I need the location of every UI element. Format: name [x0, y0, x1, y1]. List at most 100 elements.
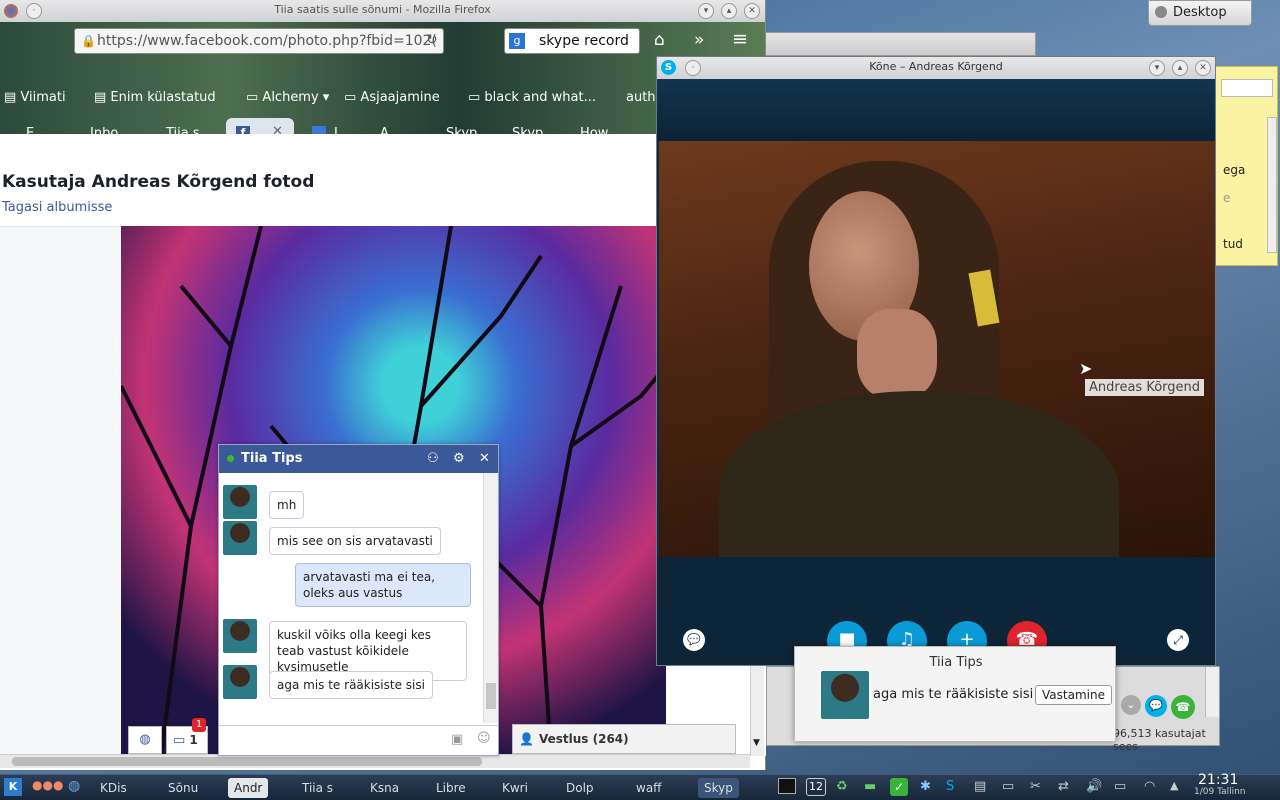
vestlus-button[interactable]: 👤 Vestlus (264) — [512, 724, 736, 754]
globe-icon[interactable]: ◍ — [68, 778, 80, 794]
task-item[interactable]: Tiia s — [302, 778, 333, 798]
close-button[interactable]: ✕ — [1195, 60, 1211, 76]
bluetooth-icon[interactable]: ✱ — [920, 779, 931, 794]
dropdown-icon[interactable]: ⌄ — [1121, 695, 1141, 715]
task-item[interactable]: Kwri — [502, 778, 528, 798]
close-button[interactable]: ✕ — [744, 3, 760, 19]
terminal-icon[interactable] — [778, 778, 796, 794]
minimize-button[interactable]: ▾ — [1149, 60, 1165, 76]
desktop-icon — [1155, 6, 1167, 18]
task-item[interactable]: waff — [636, 778, 661, 798]
chat-header[interactable]: Tiia Tips ⚇ ⚙ ✕ — [219, 445, 498, 473]
google-icon: g — [509, 33, 525, 49]
maximize-button[interactable]: ▴ — [1172, 60, 1188, 76]
url-bar[interactable]: 🔒 https://www.facebook.com/photo.php?fbi… — [74, 28, 444, 54]
notification-avatar — [821, 671, 869, 719]
notification-text: aga mis te rääkisiste sisi — [873, 687, 1034, 702]
tray-icon[interactable]: ▬ — [864, 779, 876, 794]
globe-button[interactable]: ◍ — [128, 726, 162, 754]
tray-check-icon[interactable]: ✓ — [890, 778, 908, 796]
firefox-titlebar: · Tiia saatis sulle sõnumi - Mozilla Fir… — [0, 0, 765, 22]
online-users: 96,513 kasutajat sees — [1113, 727, 1206, 753]
task-item[interactable]: Libre — [436, 778, 466, 798]
sticky-scrollbar[interactable] — [1267, 117, 1277, 253]
clock-time[interactable]: 21:31 — [1198, 772, 1238, 788]
skype-scrollbar[interactable] — [1205, 667, 1219, 717]
task-item[interactable]: Skyp — [698, 778, 739, 798]
reply-button[interactable]: Vastamine — [1035, 685, 1112, 705]
notification-badge: 1 — [192, 718, 206, 732]
minimize-button[interactable]: ▾ — [698, 3, 714, 19]
chat-input[interactable]: ▣ ☺ — [219, 725, 498, 755]
task-item[interactable]: KDis — [100, 778, 127, 798]
bookmarks-bar: ▤ Viimati ▤ Enim külastatud ▭ Alchemy ▾ … — [0, 90, 766, 110]
search-bar[interactable]: g skype record — [504, 28, 640, 54]
kde-menu-icon[interactable]: K — [4, 778, 22, 796]
online-dot — [227, 455, 234, 462]
mouse-cursor-icon: ➤ — [1079, 359, 1093, 378]
chat-scrollbar[interactable] — [483, 473, 498, 723]
bookmark-item[interactable]: auth — [626, 90, 656, 105]
volume-icon[interactable]: 🔊 — [1086, 779, 1102, 794]
contacts-icon: 👤 — [519, 732, 534, 746]
gear-icon[interactable]: ⚙ — [453, 445, 465, 473]
back-to-album-link[interactable]: Tagasi albumisse — [2, 200, 112, 215]
overflow-icon[interactable]: » — [694, 30, 704, 50]
menu-button[interactable]: · — [685, 60, 701, 76]
skype-notification[interactable]: Tiia Tips aga mis te rääkisiste sisi Vas… — [794, 646, 1116, 742]
avatar — [223, 521, 257, 555]
calendar-icon[interactable]: 12 — [806, 778, 826, 796]
maximize-button[interactable]: ▴ — [721, 3, 737, 19]
tray-icon[interactable]: ▭ — [1002, 779, 1014, 794]
scroll-thumb[interactable] — [486, 683, 496, 709]
tray-expand-icon[interactable]: ▲ — [1170, 779, 1178, 792]
bookmark-item[interactable]: ▭ Asjaajamine — [344, 90, 440, 105]
menu-button[interactable]: · — [26, 3, 42, 19]
battery-icon[interactable]: ▭ — [1114, 779, 1126, 794]
tray-icon[interactable]: ♻ — [836, 779, 848, 794]
bookmark-item[interactable]: ▭ black and what... — [468, 90, 596, 105]
scroll-thumb[interactable] — [12, 757, 482, 766]
activities-icon[interactable]: ●●● — [32, 778, 63, 792]
reload-icon[interactable]: ↻ — [426, 32, 438, 48]
task-item[interactable]: Sõnu — [168, 778, 198, 798]
desktop-button[interactable]: Desktop — [1148, 0, 1252, 26]
im-icon[interactable]: 💬 — [1145, 695, 1167, 717]
horizontal-scrollbar[interactable] — [0, 754, 750, 768]
scroll-down-icon[interactable]: ▼ — [753, 738, 760, 748]
close-icon[interactable]: ✕ — [479, 445, 490, 473]
bookmark-item[interactable]: ▤ Enim külastatud — [94, 90, 216, 105]
network-icon[interactable]: ⇄ — [1058, 779, 1069, 794]
skype-icon: S — [661, 60, 676, 75]
video-feed — [659, 141, 1215, 557]
emoji-icon[interactable]: ☺ — [477, 731, 491, 746]
message-bubble-mine: arvatavasti ma ei tea, oleks aus vastus — [295, 563, 471, 607]
tray-icon[interactable]: ▤ — [974, 779, 986, 794]
task-item[interactable]: Ksna — [370, 778, 399, 798]
fullscreen-icon[interactable]: ⤢ — [1167, 629, 1189, 651]
menu-icon[interactable]: ≡ — [732, 28, 748, 50]
firefox-icon — [4, 4, 18, 18]
task-item[interactable]: Dolp — [566, 778, 594, 798]
avatar — [223, 665, 257, 699]
sticky-input[interactable] — [1221, 79, 1273, 97]
home-icon[interactable]: ⌂ — [654, 30, 665, 50]
message-bubble: mis see on sis arvatavasti — [269, 527, 441, 555]
sticky-line: e — [1223, 191, 1231, 205]
notification-title: Tiia Tips — [929, 655, 983, 670]
add-friend-icon[interactable]: ⚇ — [427, 445, 439, 473]
video-top-band — [657, 79, 1215, 141]
chat-button[interactable]: 💬 — [683, 629, 705, 651]
sticky-note: ega e tud — [1214, 66, 1278, 266]
chat-title: Tiia Tips — [241, 451, 303, 466]
window-title: Kõne – Andreas Kõrgend — [869, 60, 1003, 73]
background-window — [764, 32, 1036, 56]
call-icon[interactable]: ☎ — [1171, 695, 1195, 719]
wifi-icon[interactable]: ◠ — [1144, 779, 1155, 794]
bookmark-item[interactable]: ▭ Alchemy ▾ — [246, 90, 329, 105]
skype-tray-icon[interactable]: S — [946, 779, 954, 794]
task-item-active[interactable]: Andr — [228, 778, 269, 798]
scissors-icon[interactable]: ✂ — [1030, 779, 1041, 794]
bookmark-item[interactable]: ▤ Viimati — [4, 90, 66, 105]
camera-icon[interactable]: ▣ — [451, 732, 463, 747]
